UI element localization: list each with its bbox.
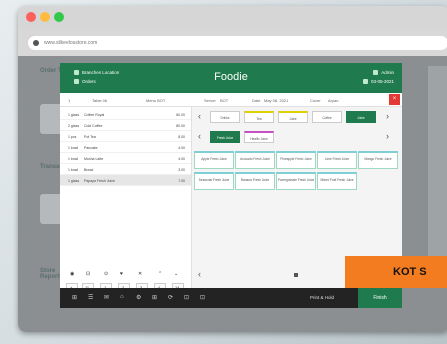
browser-titlebar (18, 6, 447, 28)
toolbar-icon[interactable]: ⊡ (184, 294, 189, 301)
order-info-row: 1 Table 06 Menu BOT Server BOT Date May … (60, 93, 402, 107)
menu-item[interactable]: Seasonal Fresh Juice (194, 172, 234, 190)
keypad-action-4[interactable]: ♥ (120, 271, 123, 277)
order-row[interactable]: 1 glass Coffee Royal 60.00 (60, 109, 191, 120)
keypad-action-1[interactable]: ◉ (70, 271, 74, 277)
order-row[interactable]: 1 pcs Pot Tea 8.00 (60, 131, 191, 142)
toolbar-icon[interactable]: ⟳ (168, 294, 173, 301)
finish-button[interactable]: Finish (358, 288, 402, 308)
order-panel: 1 glass Coffee Royal 60.00 2 glass Cold Cof… (60, 107, 192, 308)
keypad-action-5[interactable]: ✕ (138, 271, 142, 277)
maximize-window-button[interactable] (54, 12, 64, 22)
category-tab-active[interactable]: Juice (346, 111, 376, 123)
chevron-left-icon[interactable]: ‹ (198, 269, 201, 279)
order-row[interactable]: 1 bowl Bread 3.00 (60, 164, 191, 175)
info-field-5[interactable]: BOT (220, 98, 228, 103)
order-row[interactable]: 1 bowl Mocha Latte 4.00 (60, 153, 191, 164)
kot-badge: KOT S (345, 256, 447, 288)
info-field-4: Server (204, 98, 216, 103)
menu-item[interactable]: Pomegranate Fresh Juice (276, 172, 316, 190)
pos-header: Branches Location Orders Foodie Admin 03… (60, 63, 402, 93)
toolbar-icon[interactable]: ⊞ (72, 294, 77, 301)
keypad-action-3[interactable]: ⊙ (104, 271, 108, 277)
order-row[interactable]: 2 glass Cold Coffee 80.00 (60, 120, 191, 131)
page-indicator (294, 273, 298, 277)
menu-item[interactable]: Mango Fresh Juice (358, 151, 398, 169)
user-label[interactable]: Admin (381, 70, 394, 75)
chevron-left-icon[interactable]: ‹ (198, 131, 201, 141)
url-text: www.silkeeloustore.com (44, 40, 98, 46)
chevron-right-icon[interactable]: › (386, 111, 389, 121)
category-tab[interactable]: Coffee (312, 111, 342, 123)
minimize-window-button[interactable] (40, 12, 50, 22)
address-bar[interactable]: www.silkeeloustore.com (28, 36, 447, 50)
category-tab[interactable]: Drinks (210, 111, 240, 123)
order-row-selected[interactable]: 1 glass Papaya Fresh Juice 7.00 (60, 175, 191, 186)
chevron-left-icon[interactable]: ‹ (198, 111, 201, 121)
info-field-9[interactable]: Aryan (328, 98, 338, 103)
menu-item[interactable]: Avocado Fresh Juice (235, 151, 275, 169)
info-field-1[interactable]: 1 (68, 98, 70, 103)
bottom-toolbar: ⊞ ☰ ✉ ⌂ ⚙ ⊞ ⟳ ⊡ ⊡ Print & Hold Finish (60, 288, 402, 308)
toolbar-icon[interactable]: ⚙ (136, 294, 141, 301)
toolbar-icon[interactable]: ✉ (104, 294, 109, 301)
category-tab[interactable]: Tea (244, 111, 274, 123)
toolbar-icon[interactable]: ⊞ (152, 294, 157, 301)
menu-item[interactable]: Mixed Fruit Fresh Juice (317, 172, 357, 190)
brand-title: Foodie (214, 71, 248, 83)
user-icon (373, 70, 379, 76)
info-field-7[interactable]: May 08, 2021 (264, 98, 288, 103)
subcategory-tab-active[interactable]: Fresh Juice (210, 131, 240, 143)
keypad-action-2[interactable]: ⊡ (86, 271, 90, 277)
menu-item[interactable]: Pineapple Fresh Juice (276, 151, 316, 169)
category-tab[interactable]: Juice (278, 111, 308, 123)
keypad-action-6[interactable]: ⌃ (158, 271, 162, 277)
date-label: 03-05-2021 (370, 79, 394, 84)
order-row[interactable]: 1 bowl Pancake 4.00 (60, 142, 191, 153)
keypad-action-7[interactable]: ⌄ (174, 271, 178, 277)
info-field-6: Date (252, 98, 261, 103)
print-hold-button[interactable]: Print & Hold (310, 295, 334, 300)
toolbar-icon[interactable]: ⌂ (120, 294, 124, 300)
background-right-panel (428, 66, 447, 286)
menu-item[interactable]: Apple Fresh Juice (194, 151, 234, 169)
header-right: Admin 03-05-2021 (362, 68, 394, 86)
menu-item[interactable]: Banana Fresh Juice (235, 172, 275, 190)
menu-item[interactable]: Lime Fresh Juice (317, 151, 357, 169)
close-window-button[interactable] (26, 12, 36, 22)
toolbar-icon[interactable]: ⊡ (200, 294, 205, 301)
globe-icon (33, 40, 39, 46)
info-field-8: Cover (310, 98, 321, 103)
toolbar-icon[interactable]: ☰ (88, 294, 93, 301)
chevron-right-icon[interactable]: › (386, 131, 389, 141)
info-field-3[interactable]: Menu BOT (146, 98, 165, 103)
keypad-row-actions: ◉ ⊡ ⊙ ♥ ✕ ⌃ ⌄ (64, 267, 188, 281)
calendar-icon (362, 79, 368, 85)
subcategory-tab[interactable]: Health Juice (244, 131, 274, 143)
info-field-2[interactable]: Table 06 (92, 98, 107, 103)
close-order-button[interactable]: × (389, 94, 400, 105)
